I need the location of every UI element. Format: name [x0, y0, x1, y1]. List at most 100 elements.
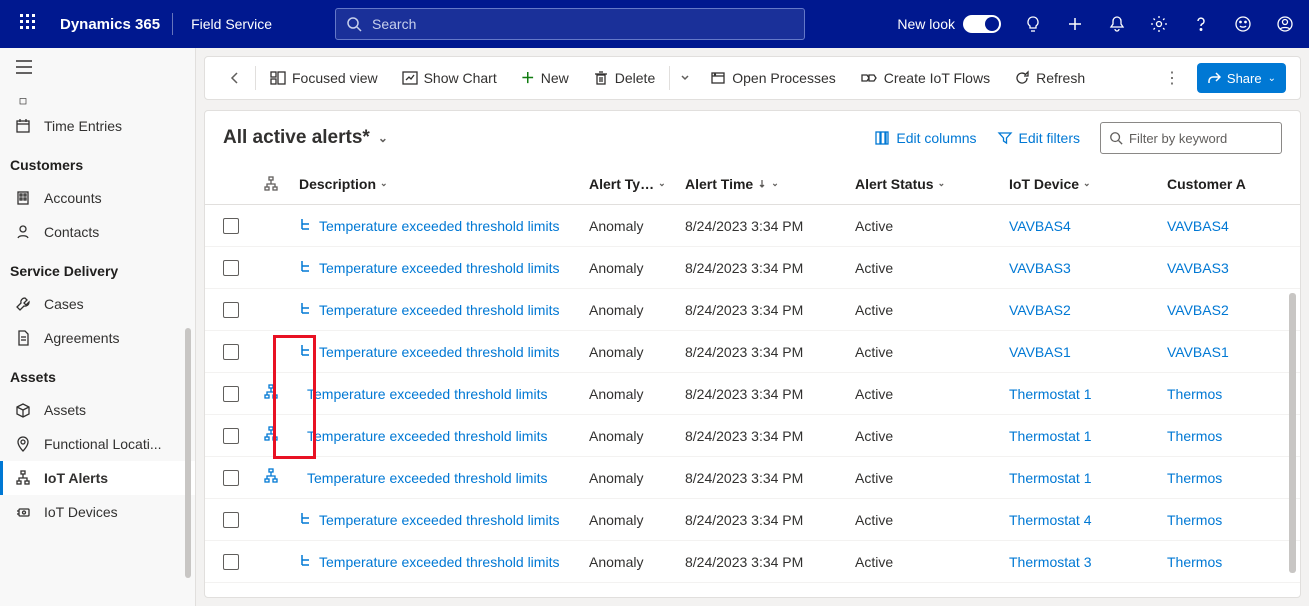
customer-link[interactable]: VAVBAS3	[1167, 260, 1229, 276]
search-input[interactable]: Search	[335, 8, 805, 40]
new-button[interactable]: ＋New	[511, 62, 579, 94]
device-link[interactable]: VAVBAS3	[1009, 260, 1071, 276]
customer-link[interactable]: VAVBAS2	[1167, 302, 1229, 318]
delete-button[interactable]: Delete	[583, 62, 665, 94]
gear-icon[interactable]	[1139, 0, 1179, 48]
sidebar-item[interactable]: Cases	[0, 287, 195, 321]
alert-type-cell: Anomaly	[589, 428, 685, 444]
row-checkbox[interactable]	[223, 512, 263, 528]
device-link[interactable]: VAVBAS4	[1009, 218, 1071, 234]
sidebar-item[interactable]: Agreements	[0, 321, 195, 355]
customer-link[interactable]: VAVBAS1	[1167, 344, 1229, 360]
column-description[interactable]: Description⌄	[299, 176, 589, 192]
brand-name[interactable]: Dynamics 365	[48, 16, 172, 33]
hierarchy-cell[interactable]	[263, 384, 299, 403]
description-link[interactable]: Temperature exceeded threshold limits	[307, 428, 547, 444]
description-link[interactable]: Temperature exceeded threshold limits	[319, 218, 559, 234]
column-alert-status[interactable]: Alert Status⌄	[855, 176, 1009, 192]
sidebar-item[interactable]: Accounts	[0, 181, 195, 215]
row-checkbox[interactable]	[223, 302, 263, 318]
column-alert-time[interactable]: Alert Time ⌄	[685, 176, 855, 192]
alert-status-cell: Active	[855, 218, 1009, 234]
column-customer[interactable]: Customer A	[1167, 176, 1300, 192]
customer-link[interactable]: Thermos	[1167, 470, 1222, 486]
hierarchy-cell[interactable]	[263, 426, 299, 445]
row-checkbox[interactable]	[223, 428, 263, 444]
nav-scrollbar[interactable]	[185, 328, 191, 578]
back-button[interactable]	[219, 62, 251, 94]
overflow-button[interactable]: ⋮	[1164, 68, 1180, 88]
sidebar-item[interactable]: Time Entries	[0, 109, 195, 143]
table-row[interactable]: Temperature exceeded threshold limitsAno…	[205, 289, 1300, 331]
device-link[interactable]: VAVBAS1	[1009, 344, 1071, 360]
focused-view-button[interactable]: Focused view	[260, 62, 388, 94]
device-link[interactable]: Thermostat 1	[1009, 470, 1091, 486]
row-checkbox[interactable]	[223, 470, 263, 486]
table-row[interactable]: Temperature exceeded threshold limitsAno…	[205, 331, 1300, 373]
customer-link[interactable]: Thermos	[1167, 512, 1222, 528]
create-iot-flows-button[interactable]: Create IoT Flows	[850, 62, 1000, 94]
sidebar-item[interactable]: IoT Devices	[0, 495, 195, 529]
table-row[interactable]: Temperature exceeded threshold limitsAno…	[205, 541, 1300, 583]
nav-section-heading: Customers	[0, 143, 195, 181]
edit-filters-button[interactable]: Edit filters	[997, 130, 1080, 146]
description-link[interactable]: Temperature exceeded threshold limits	[319, 302, 559, 318]
row-checkbox[interactable]	[223, 260, 263, 276]
customer-link[interactable]: Thermos	[1167, 386, 1222, 402]
customer-link[interactable]: Thermos	[1167, 554, 1222, 570]
table-row[interactable]: Temperature exceeded threshold limits Ano…	[205, 415, 1300, 457]
description-link[interactable]: Temperature exceeded threshold limits	[319, 512, 559, 528]
help-icon[interactable]	[1181, 0, 1221, 48]
description-link[interactable]: Temperature exceeded threshold limits	[307, 386, 547, 402]
row-checkbox[interactable]	[223, 218, 263, 234]
device-link[interactable]: Thermostat 4	[1009, 512, 1091, 528]
column-iot-device[interactable]: IoT Device⌄	[1009, 176, 1167, 192]
sidebar-item-partial[interactable]	[0, 89, 195, 109]
description-link[interactable]: Temperature exceeded threshold limits	[319, 554, 559, 570]
sidebar-item[interactable]: Functional Locati...	[0, 427, 195, 461]
device-link[interactable]: Thermostat 3	[1009, 554, 1091, 570]
refresh-button[interactable]: Refresh	[1004, 62, 1095, 94]
hierarchy-column[interactable]	[263, 176, 299, 192]
app-name[interactable]: Field Service	[173, 16, 290, 32]
row-checkbox[interactable]	[223, 554, 263, 570]
table-row[interactable]: Temperature exceeded threshold limitsAno…	[205, 499, 1300, 541]
share-button[interactable]: Share ⌄	[1197, 63, 1286, 93]
person-icon[interactable]	[1265, 0, 1305, 48]
bell-icon[interactable]	[1097, 0, 1137, 48]
table-row[interactable]: Temperature exceeded threshold limitsAno…	[205, 205, 1300, 247]
new-look-toggle[interactable]: New look	[897, 15, 1001, 33]
edit-columns-button[interactable]: Edit columns	[874, 130, 976, 146]
open-processes-button[interactable]: Open Processes	[700, 62, 846, 94]
lightbulb-icon[interactable]	[1013, 0, 1053, 48]
app-launcher-icon[interactable]	[8, 14, 48, 35]
hamburger-icon[interactable]	[0, 48, 195, 89]
chevron-down-icon: ⌄	[1083, 178, 1091, 189]
description-link[interactable]: Temperature exceeded threshold limits	[307, 470, 547, 486]
content-scrollbar[interactable]	[1289, 293, 1296, 573]
show-chart-button[interactable]: Show Chart	[392, 62, 507, 94]
customer-link[interactable]: VAVBAS4	[1167, 218, 1229, 234]
hierarchy-cell[interactable]	[263, 468, 299, 487]
smile-icon[interactable]	[1223, 0, 1263, 48]
plus-icon[interactable]	[1055, 0, 1095, 48]
delete-dropdown[interactable]	[674, 62, 696, 94]
table-row[interactable]: Temperature exceeded threshold limitsAno…	[205, 373, 1300, 415]
view-selector[interactable]: All active alerts* ⌄	[223, 127, 388, 149]
sidebar-item[interactable]: IoT Alerts	[0, 461, 195, 495]
table-row[interactable]: Temperature exceeded threshold limitsAno…	[205, 247, 1300, 289]
row-checkbox[interactable]	[223, 344, 263, 360]
sidebar-item[interactable]: Contacts	[0, 215, 195, 249]
table-row[interactable]: Temperature exceeded threshold limitsAno…	[205, 457, 1300, 499]
device-link[interactable]: Thermostat 1	[1009, 386, 1091, 402]
description-link[interactable]: Temperature exceeded threshold limits	[319, 344, 559, 360]
sidebar-item[interactable]: Assets	[0, 393, 195, 427]
indent-icon	[299, 511, 311, 528]
device-link[interactable]: VAVBAS2	[1009, 302, 1071, 318]
row-checkbox[interactable]	[223, 386, 263, 402]
device-link[interactable]: Thermostat 1	[1009, 428, 1091, 444]
filter-input[interactable]: Filter by keyword	[1100, 122, 1282, 154]
customer-link[interactable]: Thermos	[1167, 428, 1222, 444]
description-link[interactable]: Temperature exceeded threshold limits	[319, 260, 559, 276]
column-alert-type[interactable]: Alert Ty…⌄	[589, 176, 685, 192]
